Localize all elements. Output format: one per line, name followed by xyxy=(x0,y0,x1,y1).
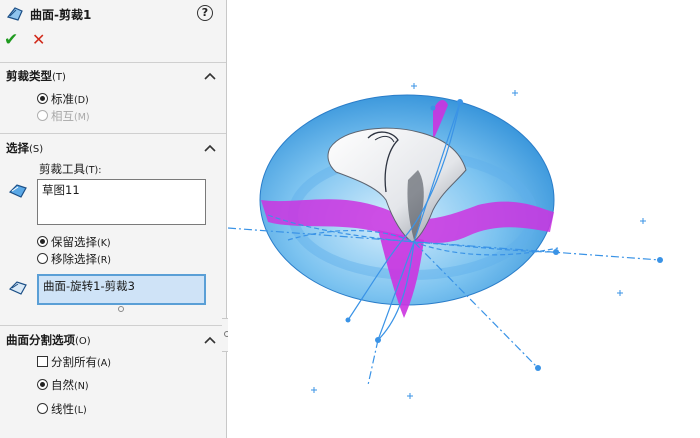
feature-header: 曲面-剪裁1 ? xyxy=(0,0,226,28)
radio-keep-selections[interactable]: 保留选择(K) xyxy=(37,234,111,250)
radio-mutual: 相互(M) xyxy=(37,108,90,124)
trim-tool-selection-icon xyxy=(8,184,27,198)
selections-title: 选择 xyxy=(6,141,29,155)
divider xyxy=(0,325,226,326)
divider xyxy=(0,62,226,63)
checkbox-split-all[interactable]: 分割所有(A) xyxy=(37,354,111,370)
pieces-to-keep-list[interactable]: 曲面-旋转1-剪裁3 xyxy=(37,274,206,305)
graphics-viewport[interactable]: 机械时代网 www.jxsdw.com xyxy=(228,0,700,438)
radio-button[interactable] xyxy=(37,236,48,247)
ok-button[interactable]: ✔ xyxy=(4,30,22,50)
chevron-up-icon[interactable] xyxy=(204,143,216,153)
radio-button[interactable] xyxy=(37,379,48,390)
help-icon[interactable]: ? xyxy=(197,5,213,21)
selections-header[interactable]: 选择(S) xyxy=(6,140,43,156)
cancel-button[interactable]: ✕ xyxy=(32,30,50,50)
feature-title: 曲面-剪裁1 xyxy=(30,8,92,22)
split-options-title: 曲面分割选项 xyxy=(6,333,75,347)
list-item[interactable]: 草图11 xyxy=(42,182,201,198)
trim-tool-label: 剪裁工具(T): xyxy=(39,162,102,176)
property-manager-panel: 曲面-剪裁1 ? ✔ ✕ 剪裁类型(T) 标准(D) 相互(M) 选择(S) 剪… xyxy=(0,0,227,438)
divider xyxy=(0,133,226,134)
trim-type-title: 剪裁类型 xyxy=(6,69,52,83)
chevron-up-icon[interactable] xyxy=(204,71,216,81)
radio-linear[interactable]: 线性(L) xyxy=(37,401,87,417)
resize-grip[interactable] xyxy=(118,306,124,312)
trim-type-key: (T) xyxy=(52,72,66,83)
model-view[interactable] xyxy=(228,0,700,438)
selections-key: (S) xyxy=(29,144,44,155)
radio-natural[interactable]: 自然(N) xyxy=(37,377,89,393)
split-options-key: (O) xyxy=(75,336,91,347)
radio-remove-selections[interactable]: 移除选择(R) xyxy=(37,251,111,267)
trim-surface-icon xyxy=(6,7,23,21)
split-options-header[interactable]: 曲面分割选项(O) xyxy=(6,332,91,348)
radio-standard[interactable]: 标准(D) xyxy=(37,91,89,107)
radio-button[interactable] xyxy=(37,93,48,104)
radio-button[interactable] xyxy=(37,403,48,414)
radio-button xyxy=(37,110,48,121)
pieces-selection-icon xyxy=(8,281,27,295)
chevron-up-icon[interactable] xyxy=(204,335,216,345)
radio-button[interactable] xyxy=(37,253,48,264)
checkbox[interactable] xyxy=(37,356,48,367)
list-item[interactable]: 曲面-旋转1-剪裁3 xyxy=(43,278,200,294)
trim-tool-list[interactable]: 草图11 xyxy=(37,179,206,225)
trim-type-header[interactable]: 剪裁类型(T) xyxy=(6,68,66,84)
